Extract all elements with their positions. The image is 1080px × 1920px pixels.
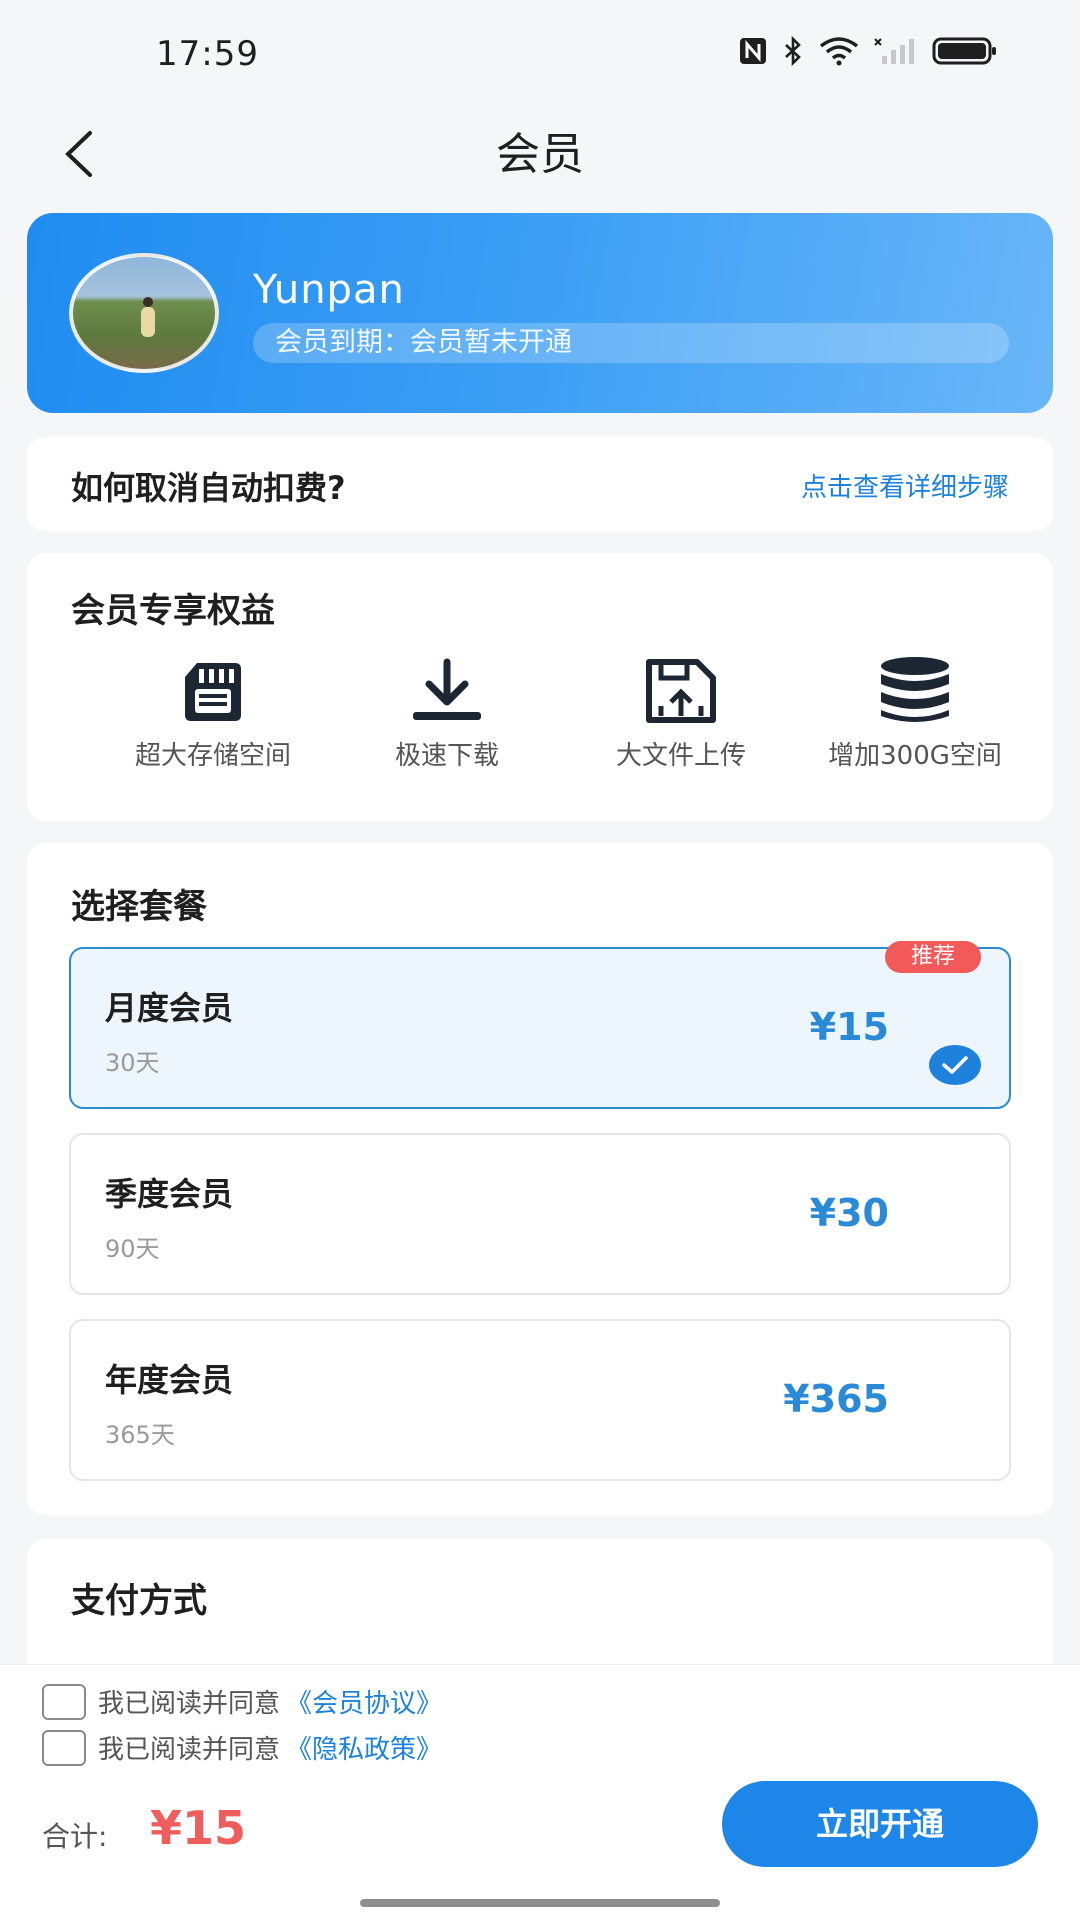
benefit-label: 增加300G空间	[828, 741, 1002, 771]
recommended-badge: 推荐	[885, 941, 981, 973]
plans-title: 选择套餐	[71, 887, 207, 927]
user-name: Yunpan	[253, 267, 405, 313]
bottom-checkout-bar: 我已阅读并同意 《会员协议》 我已阅读并同意 《隐私政策》 合计: ¥15 立即…	[0, 1664, 1080, 1920]
cancel-auto-renew-card: 如何取消自动扣费? 点击查看详细步骤	[27, 437, 1053, 531]
bluetooth-icon	[785, 36, 801, 66]
membership-agreement-link[interactable]: 《会员协议》	[286, 1683, 442, 1720]
plan-option-quarterly[interactable]: 季度会员 90天 ¥30	[69, 1133, 1011, 1295]
home-indicator	[360, 1899, 720, 1907]
battery-icon	[932, 37, 996, 65]
nav-bar: 会员	[0, 100, 1080, 210]
plan-duration: 30天	[105, 1049, 160, 1077]
agreement-row-privacy: 我已阅读并同意 《隐私政策》	[42, 1729, 442, 1766]
benefit-download: 极速下载	[329, 653, 565, 772]
benefit-label: 大文件上传	[615, 741, 746, 771]
file-upload-icon	[646, 659, 716, 723]
privacy-policy-link[interactable]: 《隐私政策》	[286, 1729, 442, 1766]
membership-expiry: 会员到期：会员暂未开通	[253, 323, 1009, 363]
agreement-text: 我已阅读并同意	[98, 1689, 281, 1719]
agree-membership-checkbox[interactable]	[42, 1683, 86, 1720]
database-icon	[881, 657, 949, 722]
view-steps-link[interactable]: 点击查看详细步骤	[801, 467, 1009, 504]
benefits-card: 会员专享权益 超大存储空间 极速下载 大文件上传 增加300G空间	[27, 553, 1053, 821]
agree-privacy-checkbox[interactable]	[42, 1729, 86, 1766]
profile-card: Yunpan 会员到期：会员暂未开通	[27, 213, 1053, 413]
nfc-icon	[740, 38, 766, 64]
status-bar: 17:59	[0, 0, 1080, 100]
plan-name: 年度会员	[105, 1361, 234, 1399]
plan-name: 月度会员	[105, 989, 234, 1027]
page-title: 会员	[496, 129, 584, 180]
total-price: ¥15	[150, 1801, 247, 1855]
plans-card: 选择套餐 推荐 月度会员 30天 ¥15 季度会员 90天 ¥30 年度会员 3…	[27, 843, 1053, 1515]
cancel-auto-renew-question: 如何取消自动扣费?	[71, 469, 346, 507]
plan-duration: 365天	[105, 1421, 175, 1449]
plan-option-monthly[interactable]: 推荐 月度会员 30天 ¥15	[69, 941, 1011, 1109]
plan-price: ¥365	[783, 1377, 889, 1421]
benefit-large-upload: 大文件上传	[563, 653, 799, 772]
benefit-storage: 超大存储空间	[95, 653, 331, 772]
agreement-row-membership: 我已阅读并同意 《会员协议》	[42, 1683, 442, 1720]
selected-check	[929, 1045, 981, 1085]
sd-card-icon	[185, 663, 241, 721]
download-icon	[413, 658, 481, 720]
wifi-icon	[819, 37, 859, 66]
status-icons	[738, 36, 998, 66]
plan-duration: 90天	[105, 1235, 160, 1263]
benefits-title: 会员专享权益	[71, 591, 275, 631]
agreement-text: 我已阅读并同意	[98, 1735, 281, 1765]
benefit-label: 极速下载	[394, 741, 499, 771]
benefit-extra-space: 增加300G空间	[797, 653, 1033, 772]
signal-icon	[874, 38, 914, 64]
plan-price: ¥15	[809, 1005, 889, 1049]
total-label: 合计:	[42, 1820, 108, 1853]
checkmark-icon	[942, 1056, 968, 1074]
activate-now-button[interactable]: 立即开通	[722, 1781, 1038, 1867]
benefit-label: 超大存储空间	[134, 741, 291, 771]
membership-page: 17:59 会员 Yunpan 会员到期：会员暂未开通 如何取消自动扣费? 点击…	[0, 0, 1080, 1920]
status-time: 17:59	[156, 34, 259, 74]
avatar[interactable]	[69, 253, 219, 373]
payment-method-title: 支付方式	[71, 1581, 207, 1621]
plan-name: 季度会员	[105, 1175, 234, 1213]
plan-option-yearly[interactable]: 年度会员 365天 ¥365	[69, 1319, 1011, 1481]
plan-price: ¥30	[809, 1191, 889, 1235]
